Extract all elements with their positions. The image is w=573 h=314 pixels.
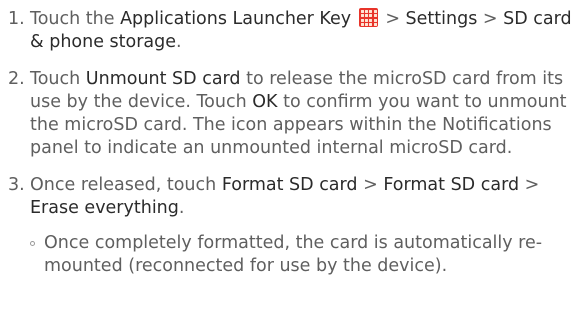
ok-label: OK: [252, 92, 278, 112]
step-number: 3.: [8, 175, 25, 195]
launcher-grid-dot: [360, 18, 364, 22]
applications-launcher-key-label: Applications Launcher Key: [120, 9, 352, 29]
launcher-grid-dot: [369, 10, 373, 13]
launcher-grid-dot: [365, 18, 369, 22]
step-number: 1.: [8, 9, 25, 29]
step-text: Once released, touch: [30, 175, 222, 195]
applications-launcher-grid-icon: [358, 8, 378, 27]
launcher-grid-dot: [373, 14, 377, 18]
step-text: Touch: [30, 69, 86, 89]
step-number: 2.: [8, 69, 25, 89]
separator: >: [519, 175, 540, 195]
launcher-grid-dot: [360, 10, 364, 13]
erase-everything-label: Erase everything: [30, 198, 179, 218]
separator: >: [357, 175, 384, 195]
period: .: [178, 198, 185, 218]
launcher-grid-dot: [373, 10, 377, 13]
sub-note: Once completely formatted, the card is a…: [8, 232, 573, 278]
instructions: 1. Touch the Applications Launcher Key >…: [0, 0, 573, 278]
separator: >: [379, 9, 406, 29]
settings-label: Settings: [405, 9, 478, 29]
launcher-grid-dot: [360, 14, 364, 18]
format-sd-card-label: Format SD card: [221, 175, 358, 195]
period: .: [176, 32, 182, 52]
step-text: Touch the: [30, 9, 121, 29]
step-1: 1. Touch the Applications Launcher Key >…: [8, 8, 573, 54]
unmount-sd-card-label: Unmount SD card: [85, 69, 241, 89]
format-sd-card-label: Format SD card: [383, 175, 520, 195]
separator: >: [477, 9, 504, 29]
bullet-icon: [30, 241, 35, 246]
sub-note-text: Once completely formatted, the card is a…: [44, 233, 543, 276]
launcher-grid-dot: [373, 18, 377, 22]
launcher-grid-dot: [360, 22, 364, 26]
launcher-grid-dot: [373, 22, 377, 26]
launcher-grid-dot: [369, 14, 373, 18]
launcher-grid-dot: [369, 18, 373, 22]
launcher-grid-dot: [365, 22, 369, 26]
launcher-grid-dot: [365, 10, 369, 13]
launcher-grid-dot: [365, 14, 369, 18]
step-3: 3. Once released, touch Format SD card >…: [8, 174, 573, 220]
launcher-grid-dot: [369, 22, 373, 26]
step-2: 2. Touch Unmount SD card to release the …: [8, 68, 573, 160]
